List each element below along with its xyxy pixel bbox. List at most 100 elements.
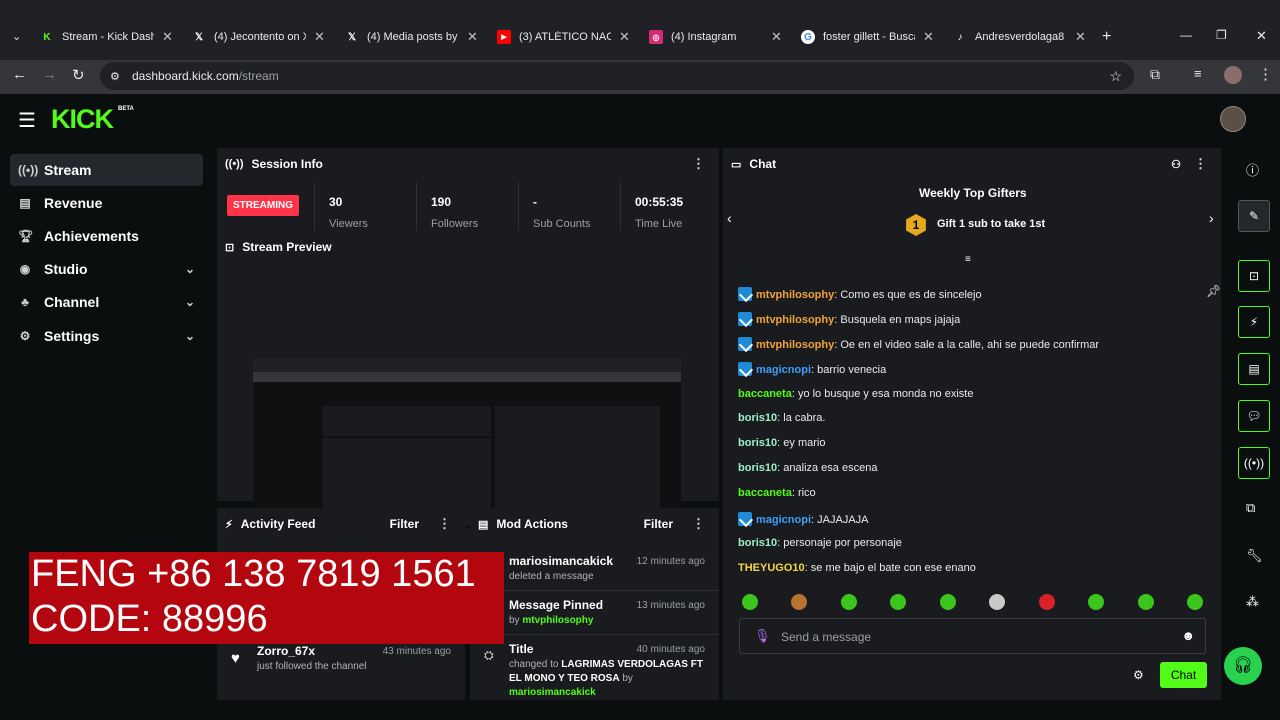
chat-input[interactable]: 🎙︎ Send a message ☻ — [739, 618, 1206, 654]
sidebar-item-stream[interactable]: ((•)) Stream — [10, 154, 203, 186]
window-close-icon[interactable]: ✕ — [1256, 28, 1267, 44]
mod-actions-button[interactable]: ▤ — [1238, 353, 1270, 385]
mod-filter-button[interactable]: Filter — [644, 517, 673, 531]
chat-bubble-icon: ▭ — [731, 158, 742, 171]
emote[interactable] — [742, 594, 758, 610]
media-controls-icon[interactable]: ≡ — [1194, 66, 1202, 81]
emote[interactable] — [841, 594, 857, 610]
chat-text: Como es que es de sincelejo — [840, 289, 982, 301]
share-icon[interactable]: ⁂ — [1246, 594, 1259, 610]
gift-cta-text[interactable]: Gift 1 sub to take 1st — [937, 218, 1045, 230]
sidebar-item-channel[interactable]: ♣ Channel ⌄ — [10, 286, 203, 318]
edit-stream-button[interactable]: ✎ — [1238, 200, 1270, 232]
panel-title: Session Info — [251, 157, 323, 171]
mod-action-detail: by — [509, 615, 523, 626]
chat-username[interactable]: baccaneta — [738, 388, 792, 400]
browser-tab-instagram[interactable]: ◎ (4) Instagram ✕ — [649, 28, 782, 46]
chat-username[interactable]: baccaneta — [738, 487, 792, 499]
browser-tab-tiktok[interactable]: ♪ Andresverdolaga8 (@ ✕ — [953, 28, 1086, 46]
extensions-icon[interactable]: ⧉ — [1150, 66, 1160, 83]
activity-button[interactable]: ⚡︎ — [1238, 306, 1270, 338]
mod-action-item: Message Pinned by mtvphilosophy — [509, 598, 603, 626]
microphone-icon[interactable]: 🎙︎ — [754, 628, 771, 644]
restore-icon[interactable]: ❐ — [1216, 28, 1227, 42]
chat-username[interactable]: boris10 — [738, 462, 777, 474]
chat-message: magicnopi: JAJAJAJA — [738, 512, 869, 526]
mod-action-detail: changed to — [509, 659, 562, 670]
raid-icon[interactable]: ⧉ — [1246, 500, 1255, 516]
info-icon[interactable]: ⓘ — [1246, 160, 1259, 179]
mod-action-detail: deleted a message — [509, 571, 594, 582]
forward-arrow-icon[interactable]: → — [42, 66, 57, 83]
url-bar[interactable]: ⚙ dashboard.kick.com/stream ☆ — [100, 62, 1134, 90]
chat-username[interactable]: mtvphilosophy — [756, 289, 834, 301]
site-settings-icon[interactable]: ⚙ — [110, 70, 120, 83]
send-chat-button[interactable]: Chat — [1160, 662, 1207, 688]
tab-search-chevron-icon[interactable]: ⌄ — [12, 30, 21, 43]
chevron-left-icon[interactable]: ‹ — [727, 210, 732, 226]
mod-action-title: Message Pinned — [509, 598, 604, 612]
emoji-picker-icon[interactable]: ☻ — [1181, 628, 1195, 643]
tab-label: (4) Instagram — [671, 31, 737, 43]
stream-status-button[interactable]: ((•)) — [1238, 447, 1270, 479]
chevron-right-icon[interactable]: › — [1209, 210, 1214, 226]
sidebar-item-settings[interactable]: ⚙ Settings ⌄ — [10, 320, 203, 352]
user-avatar[interactable] — [1220, 106, 1246, 132]
collapse-icon[interactable]: ≡ — [965, 254, 971, 265]
chat-button[interactable]: 💬︎ — [1238, 400, 1270, 432]
emote[interactable] — [989, 594, 1005, 610]
chat-username[interactable]: boris10 — [738, 437, 777, 449]
mod-action-user[interactable]: mariosimancakick — [509, 687, 596, 696]
chat-username[interactable]: THEYUGO10 — [738, 562, 805, 574]
tab-label: Stream - Kick Dashbo — [62, 31, 154, 43]
chat-settings-gear-icon[interactable]: ⚙ — [1133, 668, 1144, 682]
x-icon: 𝕏 — [194, 31, 204, 43]
preview-session-panel — [323, 406, 491, 436]
more-options-icon[interactable]: ⋮ — [438, 516, 451, 532]
browser-tab-kick[interactable]: K Stream - Kick Dashbo ✕ — [40, 28, 173, 46]
new-tab-plus-icon[interactable]: + — [1102, 28, 1111, 46]
browser-tab-youtube[interactable]: ▶ (3) ATLÉTICO NACION ✕ — [497, 28, 630, 46]
bookmark-star-icon[interactable]: ☆ — [1109, 68, 1122, 85]
chat-username[interactable]: mtvphilosophy — [756, 314, 834, 326]
emote[interactable] — [940, 594, 956, 610]
browser-tab-google[interactable]: G foster gillett - Buscar ✕ — [801, 28, 934, 46]
browser-tab-x-1[interactable]: 𝕏 (4) Jecontento on X: ✕ — [192, 28, 325, 46]
chat-username[interactable]: boris10 — [738, 412, 777, 424]
browser-menu-icon[interactable]: ⋮ — [1258, 65, 1273, 83]
more-options-icon[interactable]: ⋮ — [692, 516, 705, 532]
back-arrow-icon[interactable]: ← — [12, 66, 27, 83]
camera-icon: ⊡ — [225, 241, 235, 254]
wrench-icon[interactable]: 🔧︎ — [1246, 548, 1263, 564]
activity-action: just followed the channel — [257, 661, 367, 672]
user-settings-icon[interactable]: ⚇ — [1171, 158, 1181, 171]
support-headset-icon[interactable]: 🎧︎ — [1224, 647, 1262, 685]
sidebar-item-revenue[interactable]: ▤ Revenue — [10, 187, 203, 219]
more-options-icon[interactable]: ⋮ — [692, 156, 705, 172]
pin-icon[interactable]: 📌︎ — [1206, 284, 1221, 298]
emote[interactable] — [791, 594, 807, 610]
sidebar-item-achievements[interactable]: 🏆︎ Achievements — [10, 220, 203, 252]
emote[interactable] — [890, 594, 906, 610]
chat-message: THEYUGO10: se me bajo el bate con ese en… — [738, 562, 976, 574]
chat-message: boris10: analiza esa escena — [738, 462, 878, 474]
more-options-icon[interactable]: ⋮ — [1194, 156, 1207, 172]
emote[interactable] — [1138, 594, 1154, 610]
revenue-icon: ▤ — [19, 196, 31, 210]
camera-button[interactable]: ⊡ — [1238, 260, 1270, 292]
chat-username[interactable]: mtvphilosophy — [756, 339, 834, 351]
reload-icon[interactable]: ↻ — [72, 66, 85, 84]
browser-tab-x-2[interactable]: 𝕏 (4) Media posts by Fo ✕ — [345, 28, 478, 46]
chat-username[interactable]: boris10 — [738, 537, 777, 549]
emote[interactable] — [1088, 594, 1104, 610]
sidebar-item-studio[interactable]: ◉ Studio ⌄ — [10, 253, 203, 285]
emote[interactable] — [1039, 594, 1055, 610]
emote[interactable] — [1187, 594, 1203, 610]
chat-username[interactable]: magicnopi — [756, 514, 811, 526]
chat-text: rico — [797, 487, 816, 499]
chat-username[interactable]: magicnopi — [756, 364, 811, 376]
minimize-icon[interactable]: — — [1180, 28, 1192, 42]
profile-avatar[interactable] — [1224, 66, 1242, 84]
activity-filter-button[interactable]: Filter — [390, 517, 419, 531]
mod-action-user[interactable]: mtvphilosophy — [522, 615, 593, 626]
